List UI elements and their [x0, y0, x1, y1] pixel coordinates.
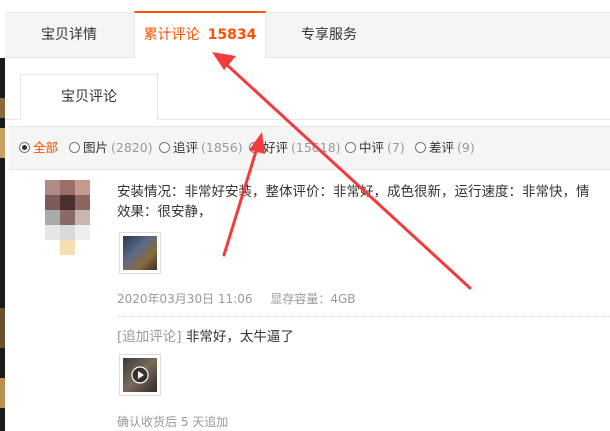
radio-icon[interactable] [249, 142, 260, 153]
review-video-thumbnail[interactable] [119, 354, 161, 396]
review-filter-bar: 全部 图片 (2820) 追评 (1856) 好评 (15618) 中评 (7) 差评(… [9, 126, 610, 170]
avatar[interactable] [45, 180, 90, 255]
radio-icon[interactable] [345, 142, 356, 153]
radio-checked-icon[interactable] [19, 142, 30, 153]
review-date: 2020年03月30日 11:06 [117, 292, 253, 306]
divider [117, 316, 610, 317]
photo-image [123, 236, 157, 270]
appended-review: [追加评论] 非常好，太牛逼了 [117, 325, 294, 345]
subtab-product-reviews[interactable]: 宝贝评论 [20, 74, 158, 121]
review-count: 15834 [207, 27, 257, 43]
tab-exclusive-service[interactable]: 专享服务 [273, 13, 385, 57]
review-content: 安装情况：非常好安装，整体评价：非常好，成色很新，运行速度：非常快，情 效果：很… [117, 182, 610, 222]
tab-reviews-label: 累计评论 [143, 27, 200, 43]
review-line-2: 效果：很安静， [117, 204, 212, 220]
filter-all[interactable]: 全部 [19, 127, 58, 169]
radio-icon[interactable] [415, 142, 426, 153]
main-tab-bar: 宝贝详情 累计评论 15834 专享服务 [5, 11, 610, 58]
filter-positive[interactable]: 好评 (15618) [249, 127, 341, 169]
review-line-1: 安装情况：非常好安装，整体评价：非常好，成色很新，运行速度：非常快，情 [117, 184, 590, 200]
filter-negative[interactable]: 差评 (9) [415, 127, 475, 169]
filter-images[interactable]: 图片 (2820) [69, 127, 153, 169]
tab-product-details[interactable]: 宝贝详情 [13, 13, 125, 57]
filter-followup[interactable]: 追评 (1856) [159, 127, 243, 169]
filter-neutral[interactable]: 中评 (7) [345, 127, 405, 169]
append-tag: [追加评论] [117, 329, 182, 345]
review-spec: 显存容量：4GB [270, 292, 356, 306]
radio-icon[interactable] [69, 142, 80, 153]
play-icon [131, 366, 149, 384]
append-note: 确认收货后 5 天追加 [117, 415, 229, 429]
review-meta: 2020年03月30日 11:06 显存容量：4GB [117, 290, 369, 307]
radio-icon[interactable] [159, 142, 170, 153]
review-subtab-bar: 宝贝评论 [5, 74, 610, 121]
review-photo-thumbnail[interactable] [119, 232, 161, 274]
append-text: 非常好，太牛逼了 [185, 329, 294, 345]
tab-reviews[interactable]: 累计评论 15834 [134, 11, 266, 58]
